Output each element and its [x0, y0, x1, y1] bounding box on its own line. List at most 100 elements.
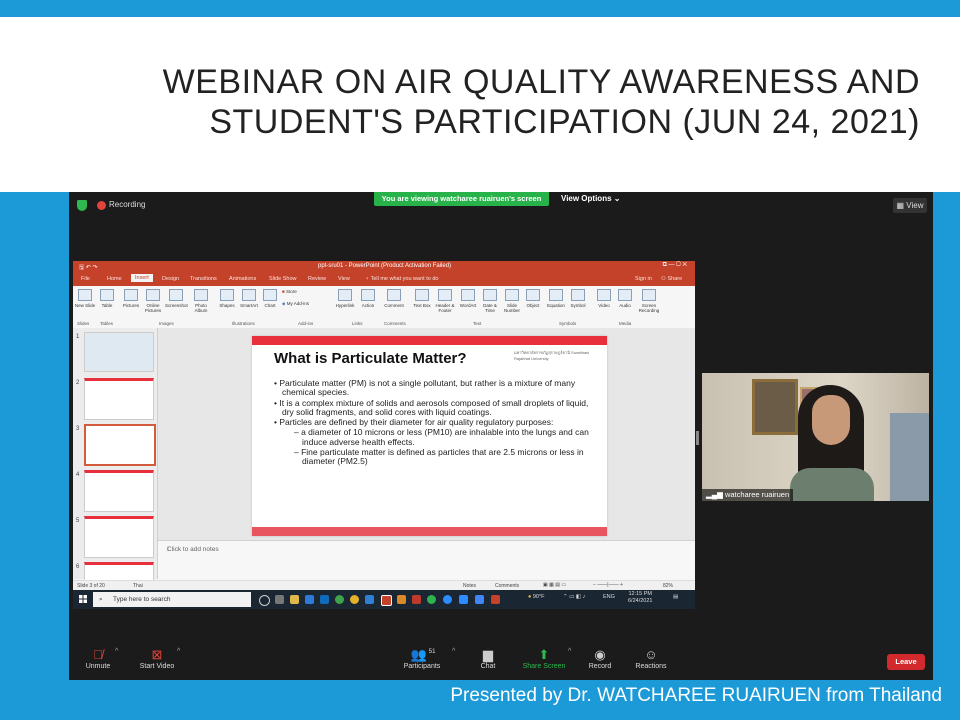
slide-thumbnail[interactable] — [84, 378, 154, 420]
text-box-button[interactable]: Text Box — [411, 289, 433, 308]
tab-insert[interactable]: Insert — [131, 274, 153, 282]
zoom-app-icon[interactable] — [443, 595, 452, 604]
mail-icon[interactable] — [320, 595, 329, 604]
object-button[interactable]: Object — [522, 289, 544, 308]
slide-thumbnail[interactable] — [84, 516, 154, 558]
wordart-button[interactable]: WordArt — [457, 289, 479, 308]
share-button[interactable]: ⚇ Share — [661, 276, 682, 282]
store-button[interactable]: ■ Store — [282, 289, 322, 294]
chevron-up-icon[interactable]: ^ — [177, 648, 180, 655]
slide-thumbnail[interactable] — [84, 332, 154, 372]
photo-album-button[interactable]: Photo Album — [190, 289, 212, 313]
store-app-icon[interactable] — [305, 595, 314, 604]
tab-home[interactable]: Home — [107, 276, 122, 282]
tray-icons[interactable]: ⌃ ▭ ◧ ♪ — [563, 594, 585, 600]
new-slide-button[interactable]: New Slide — [74, 289, 96, 308]
participant-video[interactable]: ▂▄▆ watcharee ruairuen — [702, 373, 929, 501]
header-footer-button[interactable]: Header & Footer — [434, 289, 456, 313]
sub-bullet-text: Fine particulate matter is defined as pa… — [301, 447, 584, 467]
zoom-meeting-icon[interactable] — [459, 595, 468, 604]
action-button[interactable]: Action — [357, 289, 379, 308]
weather-temp: 90°F — [532, 594, 545, 600]
window-controls[interactable]: ⧉ — ▢ ✕ — [663, 262, 687, 269]
group-comments: Comments — [384, 321, 406, 326]
screen-recording-button[interactable]: Screen Recording — [635, 289, 663, 313]
cortana-icon[interactable] — [259, 595, 270, 606]
chart-button[interactable]: Chart — [259, 289, 281, 308]
clock-time: 12:15 PM — [628, 591, 652, 597]
taskbar-search-placeholder: Type here to search — [113, 596, 171, 603]
audio-button[interactable]: Audio — [614, 289, 636, 308]
app-icon[interactable] — [491, 595, 500, 604]
chevron-up-icon[interactable]: ^ — [115, 648, 118, 655]
save-icon[interactable]: 🖫 ↶ ↷ — [79, 263, 98, 273]
symbol-button[interactable]: Symbol — [567, 289, 589, 308]
powerpoint-app-icon[interactable] — [381, 595, 392, 606]
split-handle[interactable] — [696, 431, 699, 445]
sign-in-link[interactable]: Sign in — [635, 276, 652, 282]
pictures-icon — [124, 289, 138, 301]
participants-button[interactable]: 👥 51 Participants — [387, 647, 457, 670]
hyperlink-button[interactable]: Hyperlink — [334, 289, 356, 308]
zoom-slider[interactable]: − ——|—— + — [593, 582, 623, 588]
tab-slide-show[interactable]: Slide Show — [269, 276, 297, 282]
text-box-icon — [415, 289, 429, 301]
notes-toggle[interactable]: Notes — [463, 583, 476, 589]
acrobat-icon[interactable] — [412, 595, 421, 604]
taskbar-search[interactable]: ⌕ Type here to search — [93, 592, 251, 607]
online-pictures-label: Online Pictures — [144, 303, 162, 313]
date-time-button[interactable]: Date & Time — [479, 289, 501, 313]
content-slide[interactable]: What is Particulate Matter? มหาวิทยาลัยร… — [252, 336, 607, 536]
screenshot-button[interactable]: Screenshot — [165, 289, 188, 308]
tab-review[interactable]: Review — [308, 276, 326, 282]
edge-icon[interactable] — [335, 595, 344, 604]
download-icon[interactable] — [365, 595, 374, 604]
chrome-icon[interactable] — [350, 595, 359, 604]
reactions-button[interactable]: ☺ Reactions — [616, 647, 686, 670]
tab-design[interactable]: Design — [162, 276, 179, 282]
comments-toggle[interactable]: Comments — [495, 583, 519, 589]
notification-icon[interactable]: ▤ — [673, 594, 678, 600]
weather-indicator[interactable]: ● 90°F — [528, 594, 545, 600]
pictures-button[interactable]: Pictures — [120, 289, 142, 308]
app-icon[interactable] — [397, 595, 406, 604]
smartart-button[interactable]: SmartArt — [238, 289, 260, 308]
shield-icon[interactable] — [77, 200, 87, 211]
keyboard-language[interactable]: ENG — [603, 594, 615, 600]
comment-button[interactable]: Comment — [383, 289, 405, 308]
slide-thumbnail[interactable] — [84, 470, 154, 512]
tab-view[interactable]: View — [338, 276, 350, 282]
text-box-label: Text Box — [413, 303, 431, 308]
slide-thumbnail[interactable] — [84, 562, 154, 582]
table-button[interactable]: Table — [96, 289, 118, 308]
my-addins-button[interactable]: ◆ My Add-ins — [282, 301, 322, 307]
view-mode-icons[interactable]: ▣ ▦ ▤ ▭ — [543, 582, 566, 588]
shapes-button[interactable]: Shapes — [216, 289, 238, 308]
slide-thumbnail-active[interactable] — [84, 424, 156, 466]
video-button[interactable]: Video — [593, 289, 615, 308]
tab-file[interactable]: File — [81, 276, 90, 282]
view-options-button[interactable]: View Options ⌄ — [561, 194, 620, 203]
action-label: Action — [361, 303, 375, 308]
start-video-button[interactable]: ⊠ Start Video — [122, 647, 192, 670]
equation-button[interactable]: Equation — [545, 289, 567, 308]
language-indicator[interactable]: Thai — [133, 583, 143, 589]
clock[interactable]: 12:15 PM 6/24/2021 — [628, 591, 652, 605]
tell-me-box[interactable]: ♀ Tell me what you want to do — [365, 276, 438, 282]
notes-pane[interactable]: Click to add notes I — [158, 540, 695, 581]
slide-number-button[interactable]: Slide Number — [501, 289, 523, 313]
zoom-level[interactable]: 82% — [663, 583, 673, 589]
line-icon[interactable] — [427, 595, 436, 604]
app-icon[interactable] — [475, 595, 484, 604]
task-view-icon[interactable] — [275, 595, 284, 604]
tab-transitions[interactable]: Transitions — [190, 276, 217, 282]
zoom-control-bar: 🎙̸ Unmute ^ ⊠ Start Video ^ 👥 51 Particip… — [69, 640, 933, 680]
smartart-label: SmartArt — [240, 303, 258, 308]
tab-animations[interactable]: Animations — [229, 276, 256, 282]
file-explorer-icon[interactable] — [290, 595, 299, 604]
view-button[interactable]: ▦ View — [893, 198, 927, 213]
leave-button[interactable]: Leave — [887, 654, 925, 670]
online-pictures-button[interactable]: Online Pictures — [142, 289, 164, 313]
ppt-titlebar: 🖫 ↶ ↷ ppt-sru01 - PowerPoint (Product Ac… — [73, 261, 695, 273]
windows-start-icon[interactable] — [79, 595, 87, 603]
